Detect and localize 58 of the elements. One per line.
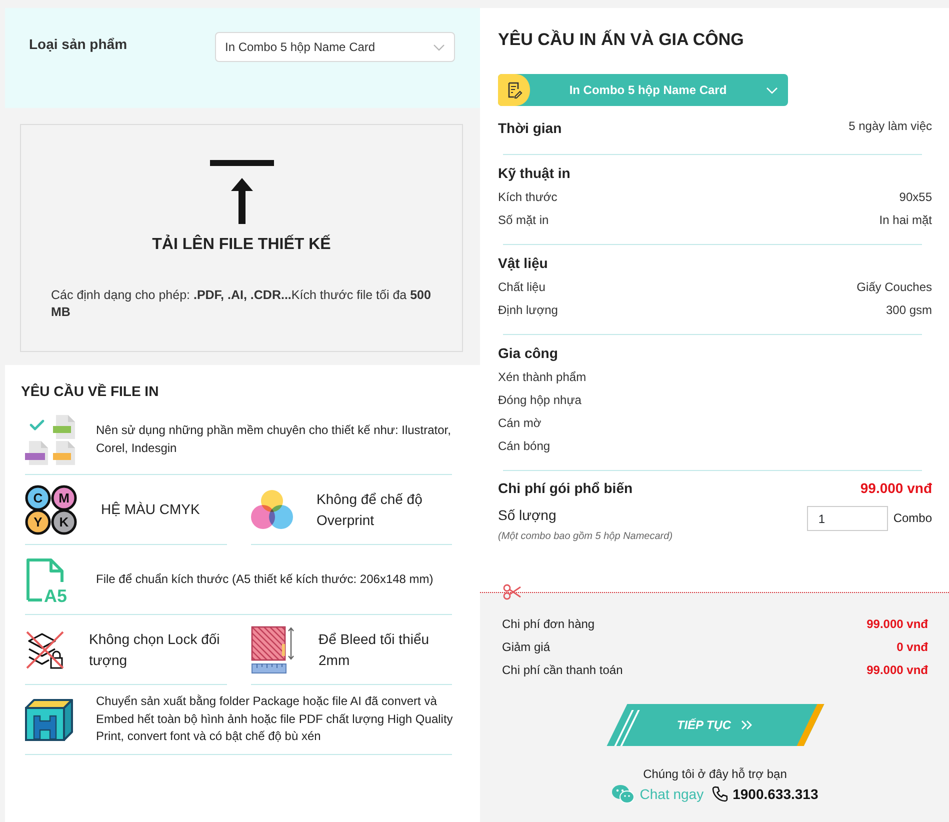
package-cost-value: 99.000 vnđ <box>860 479 932 498</box>
upload-format-note: Các định dạng cho phép: .PDF, .AI, .CDR...Kích thước file tối đa 500 MB <box>50 287 432 321</box>
support-text: Chúng tôi ở đây hỗ trợ bạn <box>642 766 788 782</box>
summary-label: Giảm giá <box>502 639 550 656</box>
package-cost-label: Chi phí gói phổ biến <box>498 479 633 498</box>
chevron-down-icon <box>766 86 778 94</box>
phone-icon <box>712 786 728 802</box>
print-request-title: YÊU CẦU IN ẤN VÀ GIA CÔNG <box>498 30 745 50</box>
upload-icon <box>210 160 274 224</box>
requirement-text: Để Bleed tối thiểu 2mm <box>318 630 430 670</box>
section-title: Thời gian <box>498 119 562 138</box>
double-chevron-icon <box>741 720 754 730</box>
spec-value: 300 gsm <box>886 302 932 319</box>
requirement-text: HỆ MÀU CMYK <box>101 500 200 519</box>
document-edit-icon <box>498 74 530 106</box>
section-value: 5 ngày làm việc <box>848 118 932 134</box>
quantity-unit: Combo <box>893 510 932 526</box>
spec-value: In hai mặt <box>879 212 932 229</box>
spec-label: Định lượng <box>498 302 558 319</box>
spec-label: Đóng hộp nhựa <box>498 392 582 409</box>
spec-label: Cán mờ <box>498 415 542 432</box>
color-overlap-icon <box>250 490 292 530</box>
chevron-down-icon <box>433 44 445 51</box>
file-requirements-title: YÊU CẦU VỀ FILE IN <box>21 382 160 401</box>
upload-title: TẢI LÊN FILE THIẾT KẾ <box>152 235 331 255</box>
box-icon <box>25 698 73 740</box>
quantity-label: Số lượng <box>498 506 558 525</box>
spec-value: 90x55 <box>899 189 932 206</box>
chat-bubbles-icon <box>612 785 634 803</box>
summary-value: 99.000 vnđ <box>866 616 928 633</box>
product-type-select[interactable]: In Combo 5 hộp Name Card <box>215 32 455 62</box>
layers-lock-crossed-icon <box>25 630 65 670</box>
requirement-text: File để chuẩn kích thước (A5 thiết kế kích thước: 206x148 mm) <box>96 570 434 588</box>
hatched-square-ruler-icon <box>250 626 294 674</box>
spec-label: Kích thước <box>498 189 558 206</box>
spec-value: Giấy Couches <box>856 279 932 296</box>
requirement-text: Nên sử dụng những phần mềm chuyên cho thiết kế như: Ilustrator, Corel, Indesgin <box>96 422 452 456</box>
hotline-link[interactable]: 1900.633.313 <box>732 784 818 804</box>
section-title: Gia công <box>498 344 558 363</box>
quantity-input[interactable]: 1 <box>807 506 888 531</box>
summary-value: 99.000 vnđ <box>866 662 928 679</box>
spec-label: Xén thành phẩm <box>498 369 586 386</box>
requirement-text: Chuyển sản xuất bằng folder Package hoặc file AI đã convert và Embed hết toàn bộ hình ảnh hoặc file PDF chất lượng High Quality Print, convert font và có bật chế độ bù xén <box>96 693 454 746</box>
spec-label: Cán bóng <box>498 438 550 455</box>
spec-label: Chất liệu <box>498 279 546 296</box>
summary-label: Chi phí cần thanh toán <box>502 662 623 679</box>
summary-value: 0 vnđ <box>896 639 928 656</box>
requirement-text: Không chọn Lock đối tượng <box>89 630 221 670</box>
scissors-icon <box>503 584 521 600</box>
spec-label: Số mặt in <box>498 212 549 229</box>
section-title: Vật liệu <box>498 254 548 273</box>
requirement-text: Không để chế độ Overprint <box>316 490 424 530</box>
file-types-icon <box>25 414 77 466</box>
quantity-note: (Một combo bao gồm 5 hộp Namecard) <box>498 530 673 544</box>
product-type-label: Loại sản phẩm <box>29 35 128 54</box>
section-title: Kỹ thuật in <box>498 164 570 183</box>
upload-dropzone[interactable]: TẢI LÊN FILE THIẾT KẾ Các định dạng cho phép: .PDF, .AI, .CDR...Kích thước file tối đa 500 MB <box>20 124 463 352</box>
summary-label: Chi phí đơn hàng <box>502 616 595 633</box>
